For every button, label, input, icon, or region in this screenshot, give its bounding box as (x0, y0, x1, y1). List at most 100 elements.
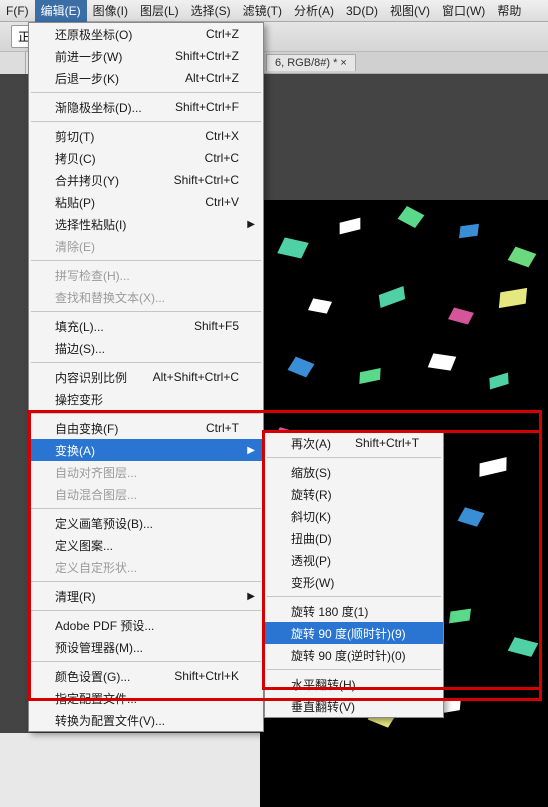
transform-sep-12 (267, 669, 441, 670)
transform-item-13[interactable]: 水平翻转(H) (265, 673, 443, 695)
edit-item-20[interactable]: 操控变形 (29, 388, 263, 410)
edit-item-37[interactable]: 指定配置文件... (29, 687, 263, 709)
edit-item-36[interactable]: 颜色设置(G)...Shift+Ctrl+K (29, 665, 263, 687)
edit-item-label: 操控变形 (55, 391, 103, 408)
edit-item-1[interactable]: 前进一步(W)Shift+Ctrl+Z (29, 45, 263, 67)
menu-0[interactable]: F(F) (0, 1, 35, 21)
menu-2[interactable]: 图像(I) (87, 0, 134, 22)
edit-item-34[interactable]: 预设管理器(M)... (29, 636, 263, 658)
shortcut: Shift+Ctrl+C (174, 173, 239, 187)
transform-item-label: 再次(A) (291, 435, 331, 452)
edit-item-19[interactable]: 内容识别比例Alt+Shift+Ctrl+C (29, 366, 263, 388)
shortcut: Shift+Ctrl+F (175, 100, 239, 114)
transform-item-11[interactable]: 旋转 90 度(逆时针)(0) (265, 644, 443, 666)
edit-item-label: 渐隐极坐标(D)... (55, 99, 142, 116)
confetti-piece (277, 237, 309, 258)
transform-item-label: 水平翻转(H) (291, 676, 356, 693)
shortcut: Shift+Ctrl+Z (175, 49, 239, 63)
transform-sep-8 (267, 596, 441, 597)
edit-sep-5 (31, 121, 261, 122)
edit-item-0[interactable]: 还原极坐标(O)Ctrl+Z (29, 23, 263, 45)
transform-item-label: 变形(W) (291, 574, 334, 591)
transform-item-2[interactable]: 缩放(S) (265, 461, 443, 483)
transform-item-3[interactable]: 旋转(R) (265, 483, 443, 505)
edit-item-14: 查找和替换文本(X)... (29, 286, 263, 308)
edit-item-label: 选择性粘贴(I) (55, 216, 126, 233)
edit-item-label: 自动对齐图层... (55, 464, 137, 481)
edit-item-label: 定义图案... (55, 537, 113, 554)
menu-10[interactable]: 帮助 (491, 0, 527, 22)
edit-item-9[interactable]: 粘贴(P)Ctrl+V (29, 191, 263, 213)
transform-item-9[interactable]: 旋转 180 度(1) (265, 600, 443, 622)
transform-item-5[interactable]: 扭曲(D) (265, 527, 443, 549)
edit-item-22[interactable]: 自由变换(F) Ctrl+T (29, 417, 263, 439)
edit-sep-30 (31, 581, 261, 582)
edit-item-29: 定义自定形状... (29, 556, 263, 578)
menu-7[interactable]: 3D(D) (340, 1, 384, 21)
shortcut: Shift+F5 (194, 319, 239, 333)
shortcut: Shift+Ctrl+T (355, 436, 419, 450)
edit-sep-12 (31, 260, 261, 261)
edit-item-10[interactable]: 选择性粘贴(I)▶ (29, 213, 263, 235)
transform-item-label: 扭曲(D) (291, 530, 332, 547)
transform-item-6[interactable]: 透视(P) (265, 549, 443, 571)
confetti-piece (489, 373, 508, 390)
shortcut: Ctrl+X (205, 129, 239, 143)
menu-6[interactable]: 分析(A) (288, 0, 340, 22)
menu-9[interactable]: 窗口(W) (436, 0, 491, 22)
transform-item-label: 旋转 180 度(1) (291, 603, 368, 620)
edit-item-label: 合并拷贝(Y) (55, 172, 119, 189)
edit-item-2[interactable]: 后退一步(K)Alt+Ctrl+Z (29, 67, 263, 89)
edit-menu: 还原极坐标(O)Ctrl+Z前进一步(W)Shift+Ctrl+Z后退一步(K)… (28, 22, 264, 732)
confetti-piece (288, 357, 315, 378)
edit-item-label: 内容识别比例 (55, 369, 127, 386)
edit-item-31[interactable]: 清理(R) ▶ (29, 585, 263, 607)
edit-item-label: 预设管理器(M)... (55, 639, 143, 656)
edit-item-24: 自动对齐图层... (29, 461, 263, 483)
transform-item-14[interactable]: 垂直翻转(V) (265, 695, 443, 717)
menu-4[interactable]: 选择(S) (185, 0, 237, 22)
edit-item-label: 自由变换(F) (55, 420, 118, 437)
edit-item-label: 转换为配置文件(V)... (55, 712, 165, 729)
edit-item-label: 拷贝(C) (55, 150, 96, 167)
shortcut: Alt+Ctrl+Z (185, 71, 239, 85)
edit-item-7[interactable]: 拷贝(C) Ctrl+C (29, 147, 263, 169)
submenu-arrow-icon: ▶ (247, 591, 255, 602)
edit-item-33[interactable]: Adobe PDF 预设... (29, 614, 263, 636)
transform-item-10[interactable]: 旋转 90 度(顺时针)(9) (265, 622, 443, 644)
edit-item-label: 变换(A) (55, 442, 95, 459)
transform-item-label: 透视(P) (291, 552, 331, 569)
edit-item-16[interactable]: 填充(L)...Shift+F5 (29, 315, 263, 337)
edit-sep-35 (31, 661, 261, 662)
edit-item-27[interactable]: 定义画笔预设(B)... (29, 512, 263, 534)
edit-item-23[interactable]: 变换(A)▶ (29, 439, 263, 461)
edit-item-label: 定义自定形状... (55, 559, 137, 576)
edit-item-38[interactable]: 转换为配置文件(V)... (29, 709, 263, 731)
shortcut: Ctrl+T (206, 421, 239, 435)
edit-item-label: 清理(R) (55, 588, 96, 605)
edit-item-4[interactable]: 渐隐极坐标(D)... Shift+Ctrl+F (29, 96, 263, 118)
edit-item-8[interactable]: 合并拷贝(Y) Shift+Ctrl+C (29, 169, 263, 191)
menu-3[interactable]: 图层(L) (134, 0, 185, 22)
transform-item-0[interactable]: 再次(A) Shift+Ctrl+T (265, 432, 443, 454)
transform-item-4[interactable]: 斜切(K) (265, 505, 443, 527)
menu-1[interactable]: 编辑(E) (35, 0, 87, 22)
menu-5[interactable]: 滤镜(T) (237, 0, 288, 22)
menu-8[interactable]: 视图(V) (384, 0, 436, 22)
confetti-piece (459, 224, 479, 238)
edit-item-label: 粘贴(P) (55, 194, 95, 211)
document-tab[interactable]: 6, RGB/8#) * × (266, 54, 356, 71)
edit-sep-18 (31, 362, 261, 363)
edit-sep-3 (31, 92, 261, 93)
edit-item-6[interactable]: 剪切(T)Ctrl+X (29, 125, 263, 147)
edit-item-label: 指定配置文件... (55, 690, 137, 707)
edit-item-label: Adobe PDF 预设... (55, 617, 154, 634)
document-tab-bar: 6, RGB/8#) * × (260, 52, 548, 74)
shortcut: Ctrl+Z (206, 27, 239, 41)
transform-item-7[interactable]: 变形(W) (265, 571, 443, 593)
shortcut: Ctrl+C (205, 151, 239, 165)
transform-item-label: 旋转(R) (291, 486, 332, 503)
edit-item-28[interactable]: 定义图案... (29, 534, 263, 556)
edit-item-17[interactable]: 描边(S)... (29, 337, 263, 359)
confetti-piece (359, 368, 380, 384)
